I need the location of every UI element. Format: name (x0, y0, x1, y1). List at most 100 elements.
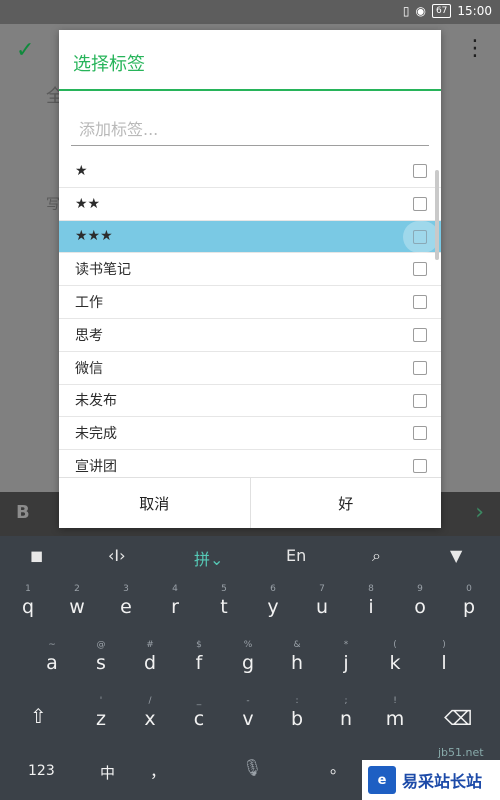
key-d[interactable]: # d (126, 638, 174, 688)
tag-row[interactable]: 未发布 (59, 385, 441, 418)
tag-checkbox[interactable] (413, 393, 427, 408)
key-l[interactable]: ) l (420, 638, 468, 688)
tag-checkbox[interactable] (413, 262, 427, 277)
tag-label: 微信 (75, 360, 103, 377)
key-letter: h (290, 652, 304, 674)
tag-checkbox[interactable] (413, 327, 427, 342)
key-hint: 3 (123, 584, 129, 594)
key-hint: & (293, 640, 301, 650)
key-r[interactable]: 4r (151, 582, 199, 632)
tag-checkbox[interactable] (413, 196, 427, 211)
key-letter: p (462, 596, 476, 618)
key-hint: ! (393, 696, 397, 706)
key-i[interactable]: 8i (347, 582, 395, 632)
key-v[interactable]: -v (224, 694, 272, 744)
key-letter: e (120, 596, 132, 618)
ok-button[interactable]: 好 (249, 478, 441, 528)
key-letter: f (195, 652, 203, 674)
cursor-move-icon[interactable]: ‹I› (108, 546, 126, 565)
tag-row[interactable]: 宣讲团 (59, 450, 441, 477)
tag-checkbox[interactable] (413, 459, 427, 474)
key-letter: d (143, 652, 157, 674)
tag-row[interactable]: 微信 (59, 352, 441, 385)
key-letter: b (290, 708, 304, 730)
tag-label: 工作 (75, 295, 103, 312)
key-hint: / (148, 696, 152, 706)
key-letter: w (69, 596, 85, 618)
search-icon[interactable]: ⌕ (372, 546, 381, 566)
key-hint: * (343, 640, 349, 650)
tag-label: ★★★ (75, 228, 113, 245)
key-h[interactable]: & h (273, 638, 321, 688)
key-letter: q (21, 596, 35, 618)
add-tag-input[interactable] (71, 114, 429, 146)
tag-checkbox[interactable] (413, 426, 427, 441)
microphone-icon[interactable]: 🎙 (242, 758, 262, 777)
key-o[interactable]: 9o (396, 582, 444, 632)
tag-row[interactable]: ★★★ (59, 220, 441, 254)
key-letter: g (241, 652, 255, 674)
tag-row[interactable]: 思考 (59, 319, 441, 352)
key-t[interactable]: 5t (200, 582, 248, 632)
tag-checkbox[interactable] (413, 164, 427, 178)
eye-icon: ◉ (415, 4, 426, 18)
key-z[interactable]: ' z (77, 694, 125, 744)
cancel-button[interactable]: 取消 (59, 478, 250, 528)
comma-key[interactable]: ， (150, 758, 166, 782)
key-n[interactable]: ; n (322, 694, 370, 744)
key-y[interactable]: 6y (249, 582, 297, 632)
key-hint: ' (99, 696, 103, 706)
tag-checkbox[interactable] (413, 360, 427, 375)
key-c[interactable]: _ c (175, 694, 223, 744)
tag-row[interactable]: 未完成 (59, 417, 441, 451)
number-mode-key[interactable]: 123 (28, 763, 55, 779)
key-x[interactable]: / x (126, 694, 174, 744)
shift-key[interactable]: ⇧ (30, 704, 47, 728)
language-key[interactable]: 中 (100, 762, 115, 783)
key-letter: s (96, 652, 106, 674)
key-m[interactable]: ! m (371, 694, 419, 744)
english-mode-button[interactable]: En (286, 546, 306, 565)
key-hint: 8 (368, 584, 374, 594)
tag-checkbox[interactable] (413, 229, 427, 244)
tag-label: 宣讲团 (75, 459, 117, 476)
key-b[interactable]: :b (273, 694, 321, 744)
key-letter: u (315, 596, 329, 618)
tag-list: ★ ★★ ★★★ 读书笔记 工作 思考 微信 未发布 未完成 宣讲团 (59, 155, 441, 477)
pinyin-mode-button[interactable]: 拼⌄ (194, 546, 223, 570)
key-e[interactable]: 3e (102, 582, 150, 632)
key-k[interactable]: (k (371, 638, 419, 688)
tag-row[interactable]: ★★ (59, 188, 441, 221)
key-hint: ~ (48, 640, 56, 650)
period-key[interactable]: 。 (330, 754, 346, 778)
key-hint: 2 (74, 584, 80, 594)
chevron-right-icon: › (475, 500, 484, 525)
baidu-logo-icon[interactable]: ◼ (30, 546, 43, 565)
logo-icon: e (368, 766, 396, 794)
tag-row[interactable]: ★ (59, 155, 441, 188)
tag-row[interactable]: 读书笔记 (59, 253, 441, 287)
key-hint: 5 (221, 584, 227, 594)
key-q[interactable]: 1q (4, 582, 52, 632)
status-bar: ▯ ◉ 67 15:00 (0, 0, 500, 24)
tag-label: ★ (75, 162, 88, 179)
key-p[interactable]: 0p (445, 582, 493, 632)
key-a[interactable]: ~ a (28, 638, 76, 688)
tag-label: 思考 (75, 327, 103, 344)
dialog-buttons: 取消 好 (59, 477, 441, 528)
key-j[interactable]: * j (322, 638, 370, 688)
key-w[interactable]: 2w (53, 582, 101, 632)
key-s[interactable]: @ s (77, 638, 125, 688)
keyboard-toolbar: ◼ ‹I› 拼⌄ En ⌕ ▼ (0, 536, 500, 576)
tag-checkbox[interactable] (413, 295, 427, 310)
bold-icon: B (16, 502, 30, 523)
key-hint: 7 (319, 584, 325, 594)
backspace-key[interactable]: ⌫ (444, 706, 472, 730)
key-g[interactable]: % g (224, 638, 272, 688)
scrollbar[interactable] (435, 170, 439, 260)
tag-label: 读书笔记 (75, 262, 131, 279)
key-f[interactable]: $ f (175, 638, 223, 688)
hide-keyboard-icon[interactable]: ▼ (450, 546, 462, 565)
key-u[interactable]: 7u (298, 582, 346, 632)
tag-row[interactable]: 工作 (59, 286, 441, 319)
